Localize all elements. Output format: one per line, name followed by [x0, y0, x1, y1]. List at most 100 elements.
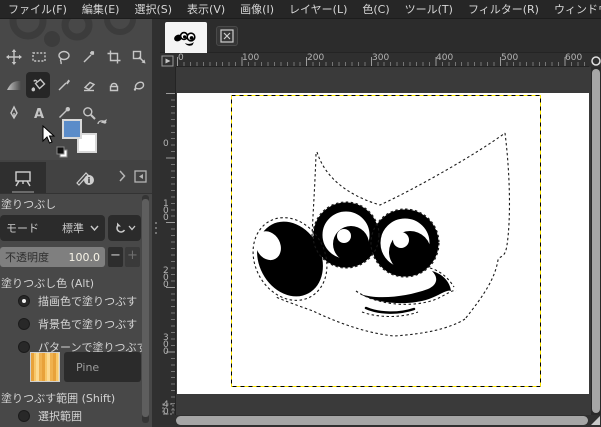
dock-scrollbar[interactable]	[142, 195, 149, 423]
text-tool[interactable]: A	[27, 100, 51, 126]
ruler-corner-menu-button[interactable]	[160, 53, 176, 67]
reset-icon	[114, 222, 127, 235]
v-ruler-tick: 200	[163, 268, 170, 289]
v-ruler-tick: 100	[163, 201, 170, 222]
canvas-viewport[interactable]	[176, 67, 592, 415]
horizontal-ruler[interactable]: 0 100 200 300 400 500 600	[176, 53, 589, 67]
vertical-scrollbar[interactable]	[592, 69, 600, 413]
pointer-info-icon: i	[74, 169, 96, 187]
vertical-ruler[interactable]: 0 100 200 300 400 500	[160, 67, 176, 415]
tool-options-panel: 塗りつぶし モード 標準 不透明度 100.0 − + 塗りつぶし色 (Alt)…	[0, 194, 141, 212]
fill-selection-radio[interactable]: 選択範囲	[18, 409, 82, 423]
fill-selection-label: 選択範囲	[38, 408, 82, 424]
chevron-down-icon	[90, 225, 99, 231]
mode-reset-button[interactable]	[108, 215, 141, 241]
pattern-name: Pine	[76, 361, 99, 374]
smudge-tool[interactable]	[127, 72, 151, 98]
h-ruler-tick: 300	[372, 53, 389, 63]
magnifier-icon	[589, 54, 601, 67]
tab-tool-options[interactable]	[0, 162, 46, 193]
mouse-cursor	[42, 125, 58, 145]
zoom-corner-button[interactable]	[589, 53, 601, 67]
opacity-value: 100.0	[69, 251, 101, 264]
radio-icon	[18, 410, 30, 422]
mode-value: 標準	[62, 220, 84, 236]
mode-dropdown[interactable]: モード 標準	[0, 215, 105, 241]
h-ruler-tick: 600	[565, 53, 582, 63]
tabs-scroll-right-icon[interactable]	[118, 170, 126, 182]
foreground-color-swatch[interactable]	[62, 119, 82, 139]
horizontal-scrollbar[interactable]	[176, 416, 588, 425]
move-tool[interactable]	[2, 44, 26, 70]
tool-options-title: 塗りつぶし	[0, 194, 141, 212]
menu-select[interactable]: 選択(S)	[134, 1, 172, 17]
clone-tool[interactable]	[102, 72, 126, 98]
fill-fg-radio[interactable]: 描画色で塗りつぶす	[18, 294, 137, 308]
bucket-fill-tool[interactable]	[26, 72, 50, 98]
wilber-mouth	[360, 271, 451, 313]
toolbox: A	[0, 19, 152, 160]
dock-menu-icon[interactable]	[134, 170, 147, 183]
v-ruler-tick: 0	[163, 141, 170, 148]
tab-pointer[interactable]: i	[62, 162, 108, 193]
mode-label: モード	[6, 220, 62, 236]
h-ruler-tick: 500	[501, 53, 518, 63]
dock-splitter[interactable]	[155, 222, 158, 237]
opacity-slider[interactable]: 不透明度 100.0	[0, 247, 105, 267]
svg-text:i: i	[88, 176, 91, 185]
menu-file[interactable]: ファイル(F)	[8, 1, 67, 17]
radio-selected-icon	[18, 295, 30, 307]
menu-colors[interactable]: 色(C)	[362, 1, 389, 17]
menu-tools[interactable]: ツール(T)	[405, 1, 453, 17]
crop-tool[interactable]	[102, 44, 126, 70]
opacity-label: 不透明度	[5, 249, 69, 265]
navigation-corner-icon[interactable]	[590, 415, 601, 426]
image-thumbnail	[170, 26, 202, 50]
image-canvas[interactable]	[177, 93, 589, 394]
affected-area-label: 塗りつぶす範囲 (Shift)	[0, 388, 115, 406]
ink-tool[interactable]	[2, 100, 26, 126]
close-icon	[220, 29, 234, 43]
paintbrush-tool[interactable]	[52, 72, 76, 98]
fuzzy-select-tool[interactable]	[77, 44, 101, 70]
image-tab[interactable]	[165, 22, 207, 53]
transform-tool[interactable]	[127, 44, 151, 70]
svg-text:A: A	[34, 107, 44, 121]
rectangle-select-tool[interactable]	[27, 44, 51, 70]
gradient-tool[interactable]	[2, 72, 26, 98]
fill-fg-label: 描画色で塗りつぶす	[38, 293, 137, 309]
fill-bg-label: 背景色で塗りつぶす	[38, 316, 137, 332]
free-select-tool[interactable]	[52, 44, 76, 70]
menu-windows[interactable]: ウィンドウ(W)	[554, 1, 601, 17]
menu-layer[interactable]: レイヤー(L)	[289, 1, 347, 17]
dock-tab-bar: i	[0, 160, 152, 194]
radio-icon	[18, 318, 30, 330]
quickmask-toggle[interactable]	[162, 403, 174, 415]
tab-close-button[interactable]	[216, 26, 238, 46]
chevron-down-icon	[128, 225, 136, 231]
wilber-left-eye	[318, 207, 374, 263]
pattern-swatch[interactable]	[30, 352, 60, 382]
play-triangle-icon	[160, 54, 176, 68]
h-ruler-tick: 0	[178, 53, 184, 63]
image-tab-bar	[160, 19, 601, 53]
menu-filters[interactable]: フィルター(R)	[468, 1, 539, 17]
swap-colors-icon[interactable]	[96, 116, 110, 128]
default-colors-icon[interactable]	[56, 146, 69, 159]
fill-bg-radio[interactable]: 背景色で塗りつぶす	[18, 317, 137, 331]
left-dock: A i 塗りつぶし モード 標準	[0, 19, 152, 427]
opacity-decrease-button[interactable]: −	[108, 247, 123, 267]
menu-edit[interactable]: 編集(E)	[82, 1, 120, 17]
h-ruler-tick: 200	[307, 53, 324, 63]
menu-image[interactable]: 画像(I)	[240, 1, 274, 17]
eraser-tool[interactable]	[77, 72, 101, 98]
wilber-artwork	[177, 93, 589, 394]
wilber-right-eye	[376, 214, 434, 273]
opacity-increase-button[interactable]: +	[125, 247, 140, 267]
pattern-select-button[interactable]: Pine	[64, 352, 141, 382]
menu-view[interactable]: 表示(V)	[187, 1, 225, 17]
fill-type-label: 塗りつぶし色 (Alt)	[0, 273, 94, 291]
h-ruler-tick: 100	[242, 53, 259, 63]
h-ruler-tick: 400	[436, 53, 453, 63]
tool-options-icon	[13, 169, 33, 187]
